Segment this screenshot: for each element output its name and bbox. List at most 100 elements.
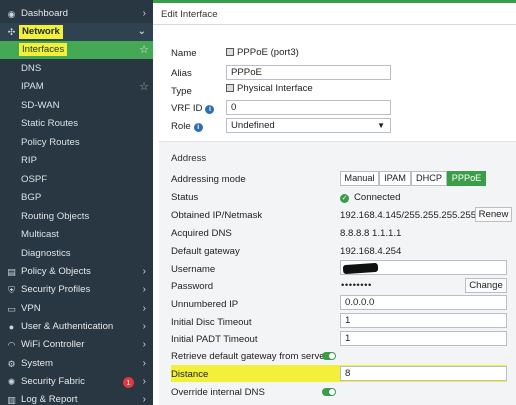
chevron-down-icon: ⌄ [137,26,146,37]
sidebar-item-label: Policy & Objects [21,266,91,277]
initial-padt-timeout-field[interactable]: 1 [340,331,507,346]
change-password-button[interactable]: Change [465,278,507,293]
sidebar-item-bgp[interactable]: BGP [0,189,153,207]
policy-icon: ▤ [7,267,16,277]
sidebar-item-rip[interactable]: RIP [0,152,153,170]
type-label: Type [171,86,192,97]
password-value: •••••••• [341,280,372,291]
sidebar-item-label: Multicast [21,229,59,240]
vrf-id-label: VRF ID i [171,103,215,114]
address-section-title: Address [171,153,207,164]
mode-pppoe-button[interactable]: PPPoE [447,171,486,186]
vrf-id-text: VRF ID [171,103,203,114]
sidebar-item-ipam[interactable]: IPAM ☆ [0,78,153,96]
sidebar-item-label: BGP [21,192,42,203]
sidebar-item-policy-objects[interactable]: ▤ Policy & Objects › [0,263,153,281]
mode-dhcp-button[interactable]: DHCP [411,171,447,186]
sidebar-item-wifi-controller[interactable]: ◠ WiFi Controller › [0,336,153,354]
star-icon[interactable]: ☆ [139,41,149,59]
user-icon: ● [8,322,15,332]
chevron-right-icon: › [142,394,146,405]
info-icon[interactable]: i [193,123,203,132]
sidebar-item-label: IPAM [21,81,44,92]
acquired-dns-value: 8.8.8.8 1.1.1.1 [340,228,402,239]
renew-button[interactable]: Renew [475,207,512,222]
password-label: Password [171,281,214,292]
star-icon[interactable]: ☆ [139,78,149,96]
sidebar-item-static-routes[interactable]: Static Routes [0,115,153,133]
default-gateway-value: 192.168.4.254 [340,246,402,257]
distance-field[interactable]: 8 [340,366,507,381]
name-label: Name [171,48,197,59]
distance-label: Distance [171,369,209,380]
info-icon[interactable]: i [205,105,215,114]
sidebar-item-routing-objects[interactable]: Routing Objects [0,208,153,226]
override-dns-toggle[interactable] [322,388,336,396]
chevron-right-icon: › [142,376,146,387]
role-select[interactable]: Undefined ▼ [226,118,391,133]
sidebar-item-multicast[interactable]: Multicast [0,226,153,244]
sidebar-item-label: Security Fabric [21,376,85,387]
override-dns-label: Override internal DNS [171,387,265,398]
security-profiles-icon: ⛨ [8,285,15,295]
gear-icon: ⚙ [7,359,16,369]
alias-field[interactable]: PPPoE [226,65,391,80]
vrf-id-field[interactable]: 0 [226,100,391,115]
mode-ipam-button[interactable]: IPAM [379,171,411,186]
sidebar-item-label: User & Authentication [21,321,114,332]
page-header: Edit Interface [153,3,516,25]
sidebar-item-label: Network [19,25,63,39]
initial-disc-timeout-field[interactable]: 1 [340,313,507,328]
sidebar-item-interfaces[interactable]: Interfaces ☆ [0,41,153,60]
chevron-right-icon: › [142,266,146,277]
sidebar-item-ospf[interactable]: OSPF [0,171,153,189]
username-label: Username [171,264,216,275]
sidebar-item-label: RIP [21,155,37,166]
role-label: Role i [171,121,203,132]
default-gateway-label: Default gateway [171,246,240,257]
chevron-right-icon: › [142,358,146,369]
sidebar-item-label: Security Profiles [21,284,91,295]
sidebar-item-dns[interactable]: DNS [0,60,153,78]
sidebar-item-label: Log & Report [21,394,78,405]
initial-disc-timeout-label: Initial Disc Timeout [171,317,252,328]
sidebar-item-label: Interfaces [19,43,68,56]
sidebar-item-system[interactable]: ⚙ System › [0,355,153,373]
port-icon [226,84,234,92]
sidebar-item-dashboard[interactable]: ◉ Dashboard › [0,5,153,23]
retrieve-gateway-toggle[interactable] [322,352,336,360]
sidebar-item-sd-wan[interactable]: SD-WAN [0,97,153,115]
unnumbered-ip-field[interactable]: 0.0.0.0 [340,295,507,310]
sidebar-item-diagnostics[interactable]: Diagnostics [0,245,153,263]
name-value: PPPoE (port3) [226,47,299,58]
sidebar-item-vpn[interactable]: ▭ VPN › [0,300,153,318]
chevron-right-icon: › [142,339,146,350]
chevron-right-icon: › [142,321,146,332]
network-icon: ✣ [7,27,16,37]
obtained-ip-value: 192.168.4.145/255.255.255.255 [340,210,477,221]
acquired-dns-label: Acquired DNS [171,228,232,239]
status-text: Connected [354,192,401,203]
vpn-icon: ▭ [7,304,16,314]
mode-manual-button[interactable]: Manual [340,171,379,186]
sidebar-item-label: Routing Objects [21,211,90,222]
sidebar-item-label: Static Routes [21,118,79,129]
sidebar-item-security-fabric[interactable]: ✺ Security Fabric 1 › [0,373,153,391]
sidebar-item-label: Dashboard [21,8,68,19]
sidebar-item-label: WiFi Controller [21,339,85,350]
sidebar-item-log-report[interactable]: ▥ Log & Report › [0,391,153,405]
sidebar-item-policy-routes[interactable]: Policy Routes [0,134,153,152]
sidebar-item-label: DNS [21,63,42,74]
initial-padt-timeout-label: Initial PADT Timeout [171,334,258,345]
type-value: Physical Interface [226,83,313,94]
log-icon: ▥ [7,395,16,405]
dashboard-icon: ◉ [7,9,16,19]
sidebar-item-security-profiles[interactable]: ⛨ Security Profiles › [0,281,153,299]
type-text: Physical Interface [237,83,313,94]
sidebar-item-network[interactable]: ✣ Network ⌄ [0,23,153,42]
sidebar-item-label: Diagnostics [21,248,71,259]
sidebar-item-user-authentication[interactable]: ● User & Authentication › [0,318,153,336]
sidebar-item-label: SD-WAN [21,100,60,111]
sidebar-item-label: VPN [21,303,41,314]
status-label: Status [171,192,199,203]
